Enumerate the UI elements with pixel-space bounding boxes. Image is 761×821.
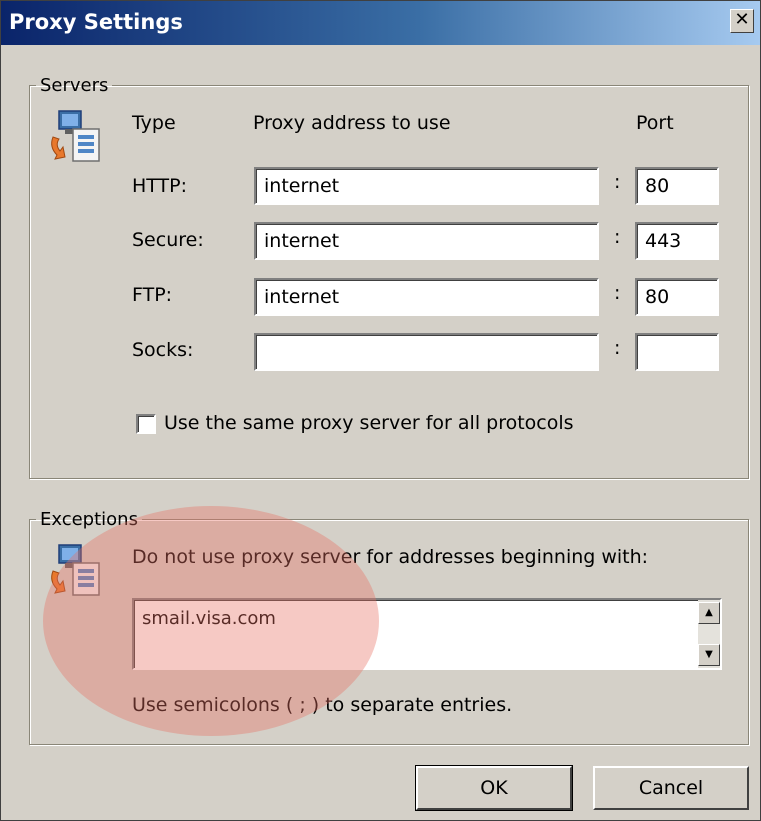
socks-address-input[interactable] [254, 333, 599, 371]
cancel-button[interactable]: Cancel [593, 766, 749, 810]
same-proxy-label[interactable]: Use the same proxy server for all protoc… [164, 412, 574, 434]
ftp-label: FTP: [132, 284, 173, 306]
secure-label: Secure: [132, 229, 204, 251]
exceptions-hint: Use semicolons ( ; ) to separate entries… [132, 694, 513, 716]
socks-port-input[interactable] [635, 333, 719, 371]
secure-colon: : [614, 226, 621, 248]
http-colon: : [614, 171, 621, 193]
socks-colon: : [614, 337, 621, 359]
proxy-settings-dialog: Proxy Settings ✕ Servers Type Proxy addr… [0, 0, 761, 821]
http-address-input[interactable]: internet [254, 167, 599, 205]
exceptions-value: smail.visa.com [142, 608, 276, 629]
close-icon[interactable]: ✕ [730, 9, 754, 33]
type-column-header: Type [132, 112, 176, 134]
network-computer-icon [51, 110, 100, 162]
ftp-colon: : [614, 282, 621, 304]
port-column-header: Port [636, 112, 674, 134]
ok-button[interactable]: OK [415, 765, 573, 811]
exceptions-scrollbar[interactable]: ▲ ▼ [698, 600, 720, 668]
servers-legend: Servers [40, 75, 109, 96]
scroll-up-icon[interactable]: ▲ [698, 602, 720, 624]
socks-label: Socks: [132, 339, 194, 361]
secure-address-input[interactable]: internet [254, 222, 599, 260]
ftp-port-input[interactable]: 80 [635, 278, 719, 316]
window-title: Proxy Settings [9, 10, 183, 34]
http-port-input[interactable]: 80 [635, 167, 719, 205]
exceptions-legend: Exceptions [40, 509, 138, 530]
title-bar: Proxy Settings ✕ [1, 1, 760, 45]
http-label: HTTP: [132, 175, 188, 197]
scroll-down-icon[interactable]: ▼ [698, 644, 720, 666]
exceptions-instruction: Do not use proxy server for addresses be… [132, 546, 649, 568]
address-column-header: Proxy address to use [253, 112, 451, 134]
network-computer-icon [51, 544, 100, 596]
secure-port-input[interactable]: 443 [635, 222, 719, 260]
ftp-address-input[interactable]: internet [254, 278, 599, 316]
same-proxy-checkbox[interactable] [136, 414, 156, 434]
exceptions-textarea[interactable]: smail.visa.com ▲ ▼ [132, 598, 722, 670]
